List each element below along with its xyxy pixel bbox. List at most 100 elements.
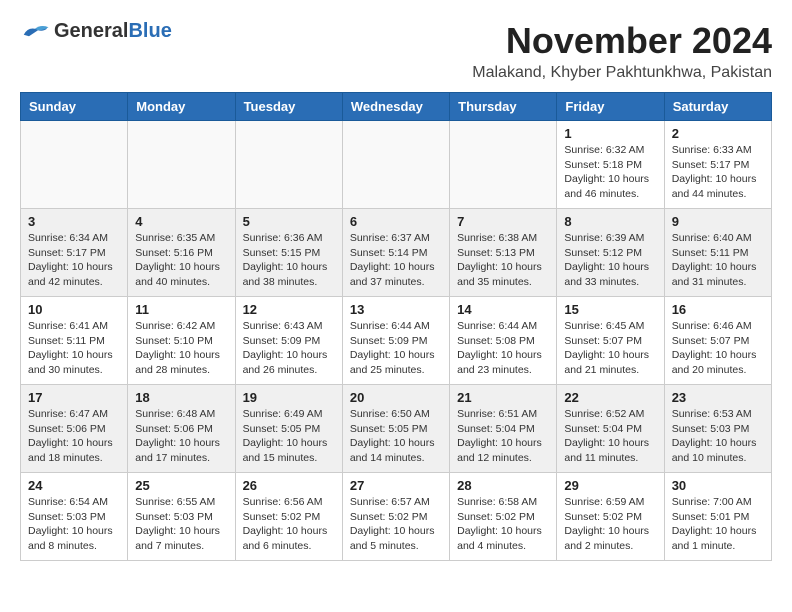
- day-number: 25: [135, 478, 227, 493]
- calendar-header-monday: Monday: [128, 93, 235, 121]
- calendar-week-row: 24Sunrise: 6:54 AM Sunset: 5:03 PM Dayli…: [21, 473, 772, 561]
- calendar-day-cell: 28Sunrise: 6:58 AM Sunset: 5:02 PM Dayli…: [450, 473, 557, 561]
- day-number: 7: [457, 214, 549, 229]
- day-number: 11: [135, 302, 227, 317]
- calendar-day-cell: 17 Sunrise: 6:47 AM Sunset: 5:06 PM Dayli…: [21, 385, 128, 473]
- day-number: 19: [243, 390, 335, 405]
- month-year-title: November 2024: [472, 20, 772, 62]
- day-number: 16: [672, 302, 764, 317]
- calendar-day-cell: [235, 121, 342, 209]
- logo: GeneralBlue: [20, 20, 172, 42]
- calendar-day-cell: [342, 121, 449, 209]
- calendar-day-cell: 16 Sunrise: 6:46 AM Sunset: 5:07 PM Dayli…: [664, 297, 771, 385]
- day-info: Sunrise: 6:32 AM Sunset: 5:18 PM Dayligh…: [564, 143, 656, 202]
- calendar-day-cell: 3 Sunrise: 6:34 AM Sunset: 5:17 PM Daylig…: [21, 209, 128, 297]
- day-number: 29: [564, 478, 656, 493]
- day-info: Sunrise: 6:35 AM Sunset: 5:16 PM Dayligh…: [135, 231, 227, 290]
- calendar-day-cell: [450, 121, 557, 209]
- header: GeneralBlue November 2024 Malakand, Khyb…: [20, 20, 772, 82]
- day-info: Sunrise: 6:41 AM Sunset: 5:11 PM Dayligh…: [28, 319, 120, 378]
- day-number: 9: [672, 214, 764, 229]
- day-number: 20: [350, 390, 442, 405]
- day-number: 1: [564, 126, 656, 141]
- day-info: Sunrise: 6:57 AM Sunset: 5:02 PM Dayligh…: [350, 495, 442, 554]
- day-info: Sunrise: 6:40 AM Sunset: 5:11 PM Dayligh…: [672, 231, 764, 290]
- day-info: Sunrise: 6:44 AM Sunset: 5:08 PM Dayligh…: [457, 319, 549, 378]
- calendar-day-cell: 15 Sunrise: 6:45 AM Sunset: 5:07 PM Dayli…: [557, 297, 664, 385]
- day-info: Sunrise: 6:47 AM Sunset: 5:06 PM Dayligh…: [28, 407, 120, 466]
- day-number: 30: [672, 478, 764, 493]
- day-number: 22: [564, 390, 656, 405]
- calendar-day-cell: 4 Sunrise: 6:35 AM Sunset: 5:16 PM Daylig…: [128, 209, 235, 297]
- calendar-week-row: 1 Sunrise: 6:32 AM Sunset: 5:18 PM Daylig…: [21, 121, 772, 209]
- day-number: 27: [350, 478, 442, 493]
- day-number: 12: [243, 302, 335, 317]
- calendar-week-row: 10 Sunrise: 6:41 AM Sunset: 5:11 PM Dayli…: [21, 297, 772, 385]
- calendar-day-cell: 5 Sunrise: 6:36 AM Sunset: 5:15 PM Daylig…: [235, 209, 342, 297]
- calendar-day-cell: 13Sunrise: 6:44 AM Sunset: 5:09 PM Dayli…: [342, 297, 449, 385]
- calendar-header-row: SundayMondayTuesdayWednesdayThursdayFrid…: [21, 93, 772, 121]
- day-number: 15: [564, 302, 656, 317]
- day-number: 3: [28, 214, 120, 229]
- calendar-week-row: 17 Sunrise: 6:47 AM Sunset: 5:06 PM Dayli…: [21, 385, 772, 473]
- logo-general-text: General: [54, 20, 128, 42]
- day-info: Sunrise: 6:45 AM Sunset: 5:07 PM Dayligh…: [564, 319, 656, 378]
- day-info: Sunrise: 6:42 AM Sunset: 5:10 PM Dayligh…: [135, 319, 227, 378]
- calendar-week-row: 3 Sunrise: 6:34 AM Sunset: 5:17 PM Daylig…: [21, 209, 772, 297]
- day-number: 10: [28, 302, 120, 317]
- calendar-day-cell: 11 Sunrise: 6:42 AM Sunset: 5:10 PM Dayli…: [128, 297, 235, 385]
- day-info: Sunrise: 6:46 AM Sunset: 5:07 PM Dayligh…: [672, 319, 764, 378]
- day-number: 6: [350, 214, 442, 229]
- day-info: Sunrise: 6:55 AM Sunset: 5:03 PM Dayligh…: [135, 495, 227, 554]
- calendar-day-cell: 29 Sunrise: 6:59 AM Sunset: 5:02 PM Dayli…: [557, 473, 664, 561]
- day-info: Sunrise: 6:51 AM Sunset: 5:04 PM Dayligh…: [457, 407, 549, 466]
- day-number: 2: [672, 126, 764, 141]
- calendar-day-cell: 18 Sunrise: 6:48 AM Sunset: 5:06 PM Dayli…: [128, 385, 235, 473]
- day-number: 18: [135, 390, 227, 405]
- calendar-day-cell: 14 Sunrise: 6:44 AM Sunset: 5:08 PM Dayli…: [450, 297, 557, 385]
- day-number: 14: [457, 302, 549, 317]
- day-info: Sunrise: 6:48 AM Sunset: 5:06 PM Dayligh…: [135, 407, 227, 466]
- day-info: Sunrise: 6:37 AM Sunset: 5:14 PM Dayligh…: [350, 231, 442, 290]
- day-number: 5: [243, 214, 335, 229]
- calendar-day-cell: 23Sunrise: 6:53 AM Sunset: 5:03 PM Dayli…: [664, 385, 771, 473]
- calendar-day-cell: 19Sunrise: 6:49 AM Sunset: 5:05 PM Dayli…: [235, 385, 342, 473]
- calendar-table: SundayMondayTuesdayWednesdayThursdayFrid…: [20, 92, 772, 561]
- calendar-header-wednesday: Wednesday: [342, 93, 449, 121]
- calendar-day-cell: 8Sunrise: 6:39 AM Sunset: 5:12 PM Daylig…: [557, 209, 664, 297]
- day-info: Sunrise: 6:59 AM Sunset: 5:02 PM Dayligh…: [564, 495, 656, 554]
- calendar-day-cell: 10 Sunrise: 6:41 AM Sunset: 5:11 PM Dayli…: [21, 297, 128, 385]
- day-info: Sunrise: 6:36 AM Sunset: 5:15 PM Dayligh…: [243, 231, 335, 290]
- day-info: Sunrise: 6:33 AM Sunset: 5:17 PM Dayligh…: [672, 143, 764, 202]
- calendar-day-cell: 26Sunrise: 6:56 AM Sunset: 5:02 PM Dayli…: [235, 473, 342, 561]
- day-number: 21: [457, 390, 549, 405]
- calendar-header-saturday: Saturday: [664, 93, 771, 121]
- calendar-day-cell: [128, 121, 235, 209]
- calendar-day-cell: 27 Sunrise: 6:57 AM Sunset: 5:02 PM Dayli…: [342, 473, 449, 561]
- calendar-header-sunday: Sunday: [21, 93, 128, 121]
- logo-blue-text: Blue: [128, 20, 171, 42]
- calendar-day-cell: 30 Sunrise: 7:00 AM Sunset: 5:01 PM Dayli…: [664, 473, 771, 561]
- calendar-day-cell: 6 Sunrise: 6:37 AM Sunset: 5:14 PM Daylig…: [342, 209, 449, 297]
- day-info: Sunrise: 6:56 AM Sunset: 5:02 PM Dayligh…: [243, 495, 335, 554]
- calendar-day-cell: 12Sunrise: 6:43 AM Sunset: 5:09 PM Dayli…: [235, 297, 342, 385]
- calendar-header-tuesday: Tuesday: [235, 93, 342, 121]
- location-subtitle: Malakand, Khyber Pakhtunkhwa, Pakistan: [472, 64, 772, 82]
- calendar-day-cell: 22Sunrise: 6:52 AM Sunset: 5:04 PM Dayli…: [557, 385, 664, 473]
- day-number: 17: [28, 390, 120, 405]
- calendar-day-cell: 1 Sunrise: 6:32 AM Sunset: 5:18 PM Daylig…: [557, 121, 664, 209]
- day-info: Sunrise: 6:34 AM Sunset: 5:17 PM Dayligh…: [28, 231, 120, 290]
- day-info: Sunrise: 6:58 AM Sunset: 5:02 PM Dayligh…: [457, 495, 549, 554]
- calendar-day-cell: 7Sunrise: 6:38 AM Sunset: 5:13 PM Daylig…: [450, 209, 557, 297]
- day-info: Sunrise: 7:00 AM Sunset: 5:01 PM Dayligh…: [672, 495, 764, 554]
- day-number: 4: [135, 214, 227, 229]
- day-info: Sunrise: 6:50 AM Sunset: 5:05 PM Dayligh…: [350, 407, 442, 466]
- calendar-day-cell: 21 Sunrise: 6:51 AM Sunset: 5:04 PM Dayli…: [450, 385, 557, 473]
- calendar-day-cell: 24Sunrise: 6:54 AM Sunset: 5:03 PM Dayli…: [21, 473, 128, 561]
- calendar-header-thursday: Thursday: [450, 93, 557, 121]
- day-info: Sunrise: 6:54 AM Sunset: 5:03 PM Dayligh…: [28, 495, 120, 554]
- day-info: Sunrise: 6:53 AM Sunset: 5:03 PM Dayligh…: [672, 407, 764, 466]
- day-info: Sunrise: 6:44 AM Sunset: 5:09 PM Dayligh…: [350, 319, 442, 378]
- day-info: Sunrise: 6:39 AM Sunset: 5:12 PM Dayligh…: [564, 231, 656, 290]
- calendar-day-cell: 25 Sunrise: 6:55 AM Sunset: 5:03 PM Dayli…: [128, 473, 235, 561]
